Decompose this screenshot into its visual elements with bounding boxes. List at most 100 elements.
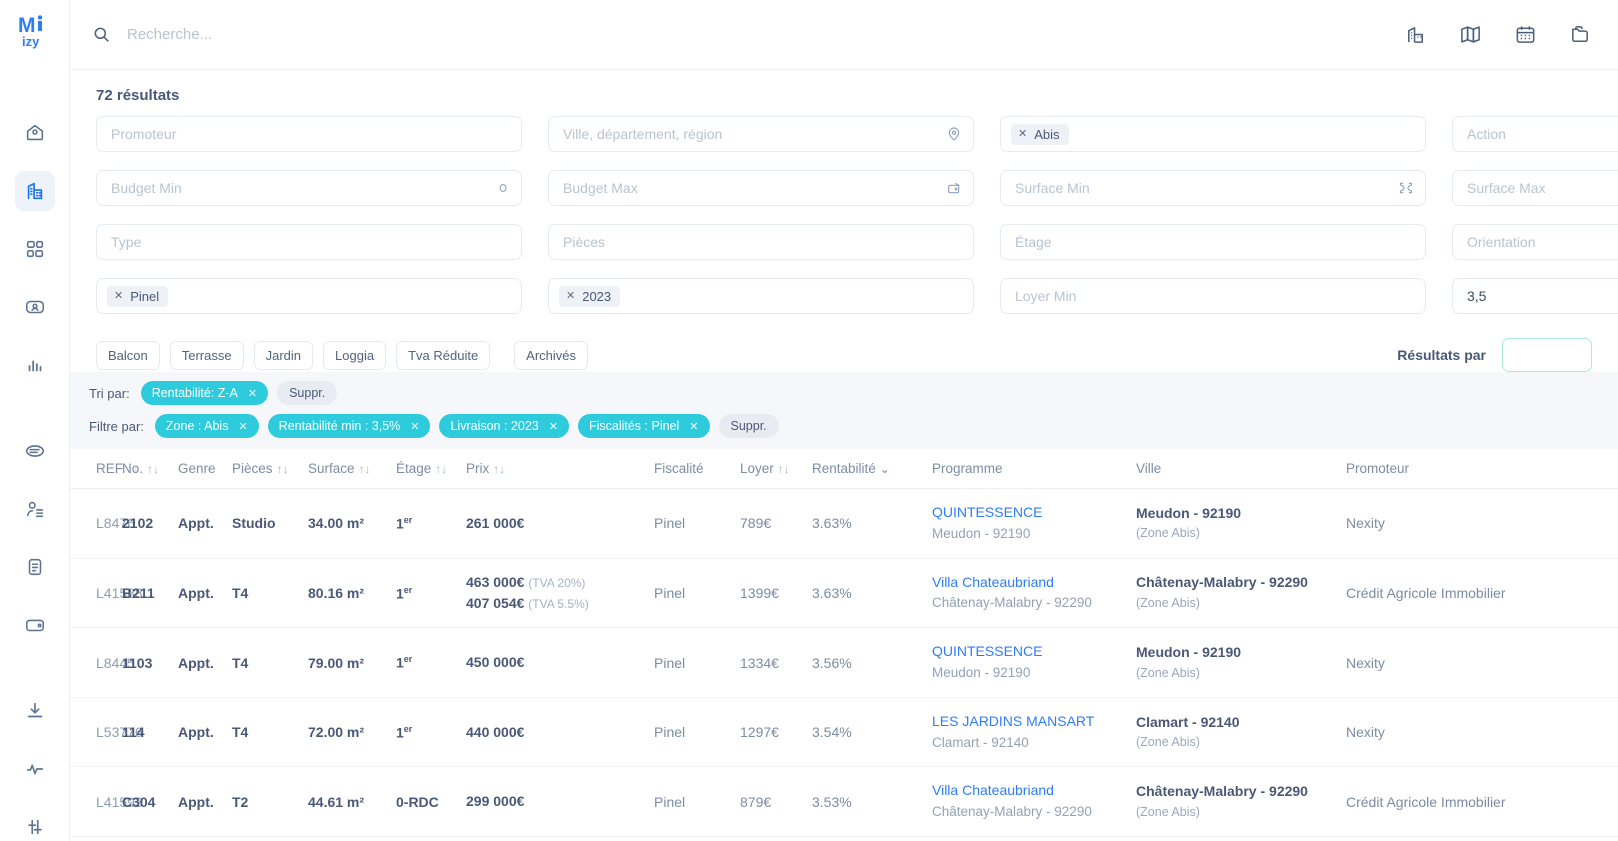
- zone-token-box[interactable]: ✕ Abis: [1000, 116, 1426, 152]
- cell-loyer: 1334€: [740, 627, 812, 698]
- map-icon[interactable]: [1459, 23, 1482, 46]
- programme-link[interactable]: Villa Chateaubriand: [932, 572, 1130, 594]
- remove-token-icon[interactable]: ✕: [566, 290, 575, 302]
- col-header-genre[interactable]: Genre: [178, 449, 232, 489]
- pieces-input[interactable]: [548, 224, 974, 260]
- table-row[interactable]: L41588 B211 Appt. T4 80.16 m² 1er 463 000€ (TV…: [70, 558, 1618, 629]
- surface-value: 79.00 m²: [308, 654, 365, 671]
- table-row[interactable]: L53776 114 Appt. T4 72.00 m² 1er 440 000€ Pinel…: [70, 697, 1618, 768]
- cell-pieces: T4: [232, 558, 308, 629]
- toggle-terrasse[interactable]: Terrasse: [169, 340, 244, 370]
- livraison-token-box[interactable]: ✕ 2023: [548, 278, 974, 314]
- sort-desc-icon[interactable]: ⌄: [880, 462, 890, 476]
- filter-chip-livraison[interactable]: Livraison : 2023 ✕: [439, 414, 569, 438]
- rentabilite-value: 3.54%: [812, 724, 852, 741]
- fiscalite-token[interactable]: ✕ Pinel: [107, 285, 169, 307]
- zone-token[interactable]: ✕ Abis: [1011, 123, 1069, 145]
- col-header-fiscalite[interactable]: Fiscalité: [654, 449, 740, 489]
- table-row[interactable]: L8445 1103 Appt. T4 79.00 m² 1er 450 000€ Pinel…: [70, 627, 1618, 698]
- col-header-ref[interactable]: REF ↑↓: [70, 449, 139, 489]
- sort-icon[interactable]: ↑↓: [778, 462, 790, 476]
- remove-chip-icon[interactable]: ✕: [248, 387, 257, 400]
- sidebar-item-database[interactable]: [15, 431, 55, 471]
- rentabilite-input[interactable]: [1452, 278, 1618, 314]
- cell-ref: L41588: [70, 558, 143, 629]
- sort-icon[interactable]: ↑↓: [147, 462, 159, 476]
- sidebar-item-leads[interactable]: [15, 489, 55, 529]
- sort-icon[interactable]: ↑↓: [359, 462, 371, 476]
- programme-link[interactable]: LES JARDINS MANSART: [932, 711, 1130, 733]
- sidebar-item-home[interactable]: [15, 113, 55, 153]
- sidebar-item-dashboard[interactable]: [15, 229, 55, 269]
- col-header-promoteur[interactable]: Promoteur: [1346, 449, 1618, 489]
- filter-clear-button[interactable]: Suppr.: [718, 414, 779, 438]
- promoteur-input[interactable]: [96, 116, 522, 152]
- sort-icon[interactable]: ↑↓: [435, 462, 447, 476]
- etage-input[interactable]: [1000, 224, 1426, 260]
- toggle-jardin[interactable]: Jardin: [253, 340, 314, 370]
- action-input[interactable]: [1452, 116, 1618, 152]
- toggle-loggia[interactable]: Loggia: [323, 340, 387, 370]
- sidebar-item-documents[interactable]: [15, 547, 55, 587]
- sidebar-item-downloads[interactable]: [15, 691, 55, 731]
- search-input[interactable]: [127, 26, 547, 43]
- remove-chip-icon[interactable]: ✕: [549, 420, 558, 433]
- cell-prix: 440 000€: [466, 697, 654, 768]
- sidebar-item-contacts[interactable]: [15, 287, 55, 327]
- sort-clear-button[interactable]: Suppr.: [277, 381, 338, 405]
- col-header-rentabilite[interactable]: Rentabilité ⌄: [812, 449, 932, 489]
- results-per-group: Résultats par: [1397, 338, 1592, 372]
- programme-link[interactable]: QUINTESSENCE: [932, 502, 1130, 524]
- toggle-tva-reduite[interactable]: Tva Réduite: [396, 340, 491, 370]
- surface-min-input[interactable]: [1000, 170, 1426, 206]
- table-row[interactable]: L8476 2102 Appt. Studio 34.00 m² 1er 261 000€ P…: [70, 488, 1618, 559]
- col-header-no[interactable]: No. ↑↓: [122, 449, 178, 489]
- livraison-token[interactable]: ✕ 2023: [559, 285, 621, 307]
- remove-token-icon[interactable]: ✕: [1018, 128, 1027, 140]
- sidebar-item-activity[interactable]: [15, 749, 55, 789]
- table-row[interactable]: L53778104Appt.T472.00 m²0-RDC440 000€Pin…: [70, 836, 1618, 841]
- sort-chip-rentabilite[interactable]: Rentabilité: Z-A ✕: [140, 381, 269, 405]
- sidebar-item-wallet[interactable]: [15, 605, 55, 645]
- col-header-loyer[interactable]: Loyer ↑↓: [740, 449, 812, 489]
- sidebar-item-statistics[interactable]: [15, 345, 55, 385]
- sort-icon[interactable]: ↑↓: [277, 462, 289, 476]
- toggle-archives[interactable]: Archivés: [514, 340, 589, 370]
- col-header-prix[interactable]: Prix ↑↓: [466, 449, 654, 489]
- programme-link[interactable]: QUINTESSENCE: [932, 641, 1130, 663]
- budget-max-input[interactable]: [548, 170, 974, 206]
- sidebar-item-settings[interactable]: [15, 807, 55, 841]
- remove-chip-icon[interactable]: ✕: [689, 420, 698, 433]
- results-per-input[interactable]: [1502, 338, 1592, 372]
- cell-ville: Châtenay-Malabry - 92290 (Zone Abis): [1136, 558, 1346, 629]
- budget-min-input[interactable]: [96, 170, 522, 206]
- col-header-pieces[interactable]: Pièces ↑↓: [232, 449, 308, 489]
- fiscalite-token-box[interactable]: ✕ Pinel: [96, 278, 522, 314]
- remove-token-icon[interactable]: ✕: [114, 290, 123, 302]
- col-header-programme[interactable]: Programme: [932, 449, 1136, 489]
- table-row[interactable]: L41593 C304 Appt. T2 44.61 m² 0-RDC 299 000€ Pi…: [70, 766, 1618, 838]
- surface-max-input[interactable]: [1452, 170, 1618, 206]
- orientation-input[interactable]: [1452, 224, 1618, 260]
- folder-icon[interactable]: [1569, 23, 1592, 46]
- filter-chip-fiscalites[interactable]: Fiscalités : Pinel ✕: [577, 414, 710, 438]
- sidebar-item-buildings[interactable]: [14, 171, 55, 211]
- app-logo[interactable]: M izy: [15, 12, 55, 52]
- remove-chip-icon[interactable]: ✕: [410, 420, 419, 433]
- loyer-min-input[interactable]: [1000, 278, 1426, 314]
- ville-input[interactable]: [548, 116, 974, 152]
- results-table-scroll[interactable]: REF ↑↓ No. ↑↓ Genre Pièces ↑↓ Surface ↑↓ Éta…: [70, 449, 1618, 841]
- filter-chip-zone[interactable]: Zone : Abis ✕: [154, 414, 259, 438]
- remove-chip-icon[interactable]: ✕: [238, 420, 247, 433]
- search-bar[interactable]: [92, 25, 1404, 44]
- type-input[interactable]: [96, 224, 522, 260]
- col-header-etage[interactable]: Étage ↑↓: [396, 449, 466, 489]
- building-icon[interactable]: [1404, 23, 1427, 46]
- sort-icon[interactable]: ↑↓: [493, 462, 505, 476]
- calendar-icon[interactable]: [1514, 23, 1537, 46]
- col-header-surface[interactable]: Surface ↑↓: [308, 449, 396, 489]
- filter-chip-rentabilite-min[interactable]: Rentabilité min : 3,5% ✕: [267, 414, 431, 438]
- programme-link[interactable]: Villa Chateaubriand: [932, 780, 1130, 802]
- toggle-balcon[interactable]: Balcon: [96, 340, 160, 370]
- col-header-ville[interactable]: Ville: [1136, 449, 1346, 489]
